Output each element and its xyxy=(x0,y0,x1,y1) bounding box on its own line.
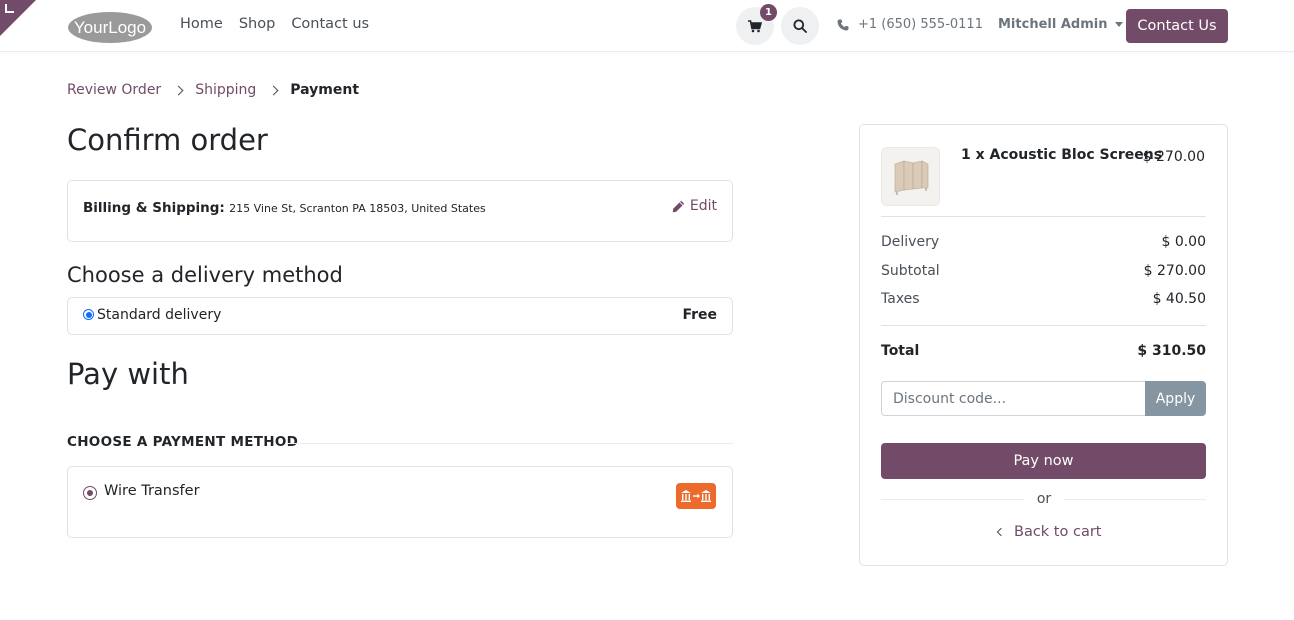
edit-label: Edit xyxy=(689,198,717,214)
subtotal-label: Subtotal xyxy=(881,263,940,279)
payment-option-wire-transfer[interactable]: Wire Transfer xyxy=(67,466,733,538)
site-logo[interactable]: YourLogo xyxy=(67,11,153,44)
chevron-left-icon xyxy=(996,527,1006,537)
address-card: Billing & Shipping: 215 Vine St, Scranto… xyxy=(67,180,733,242)
subtotal-value: $ 270.00 xyxy=(1143,263,1206,279)
search-icon xyxy=(793,19,807,33)
breadcrumb-shipping[interactable]: Shipping xyxy=(195,82,256,98)
delivery-row: Delivery $ 0.00 xyxy=(881,234,1206,250)
total-row: Total $ 310.50 xyxy=(881,343,1206,359)
product-price: $ 270.00 xyxy=(1142,149,1205,165)
site-header: YourLogo Home Shop Contact us 1 +1 (650)… xyxy=(0,0,1294,52)
delivery-value: $ 0.00 xyxy=(1161,234,1206,250)
nav-contact-us[interactable]: Contact us xyxy=(291,16,369,32)
chevron-right-icon xyxy=(173,85,184,95)
product-name[interactable]: 1 x Acoustic Bloc Screens xyxy=(961,147,1162,163)
divider xyxy=(1064,499,1206,500)
address-label: Billing & Shipping: xyxy=(83,200,225,216)
subtotal-row: Subtotal $ 270.00 xyxy=(881,263,1206,279)
divider xyxy=(881,325,1206,326)
billing-shipping-address: Billing & Shipping: 215 Vine St, Scranto… xyxy=(83,200,486,216)
divider xyxy=(287,443,733,444)
user-menu[interactable]: Mitchell Admin xyxy=(998,17,1124,32)
delivery-radio[interactable] xyxy=(83,309,94,320)
contact-us-button[interactable]: Contact Us xyxy=(1126,9,1228,43)
address-value: 215 Vine St, Scranton PA 18503, United S… xyxy=(229,202,486,215)
corner-arrow-icon xyxy=(5,4,14,13)
total-label: Total xyxy=(881,343,920,359)
pencil-icon xyxy=(672,200,685,212)
delivery-price: Free xyxy=(682,307,717,323)
cart-count-badge: 1 xyxy=(760,4,777,21)
main-nav: Home Shop Contact us xyxy=(180,16,369,32)
chevron-right-icon xyxy=(268,85,279,95)
phone-contact[interactable]: +1 (650) 555-0111 xyxy=(837,17,983,32)
taxes-row: Taxes $ 40.50 xyxy=(881,291,1206,307)
discount-group: Apply xyxy=(881,381,1206,416)
order-summary: 1 x Acoustic Bloc Screens $ 270.00 Deliv… xyxy=(859,124,1228,566)
taxes-label: Taxes xyxy=(881,291,920,307)
delivery-method-label: Standard delivery xyxy=(97,307,222,323)
cart-icon xyxy=(748,19,762,32)
breadcrumb-review-order[interactable]: Review Order xyxy=(67,82,161,98)
nav-home[interactable]: Home xyxy=(180,16,223,32)
pay-now-button[interactable]: Pay now xyxy=(881,443,1206,479)
total-value: $ 310.50 xyxy=(1137,343,1206,359)
breadcrumb-payment: Payment xyxy=(290,82,360,98)
product-image xyxy=(881,147,940,206)
divider xyxy=(881,216,1206,217)
or-separator: or xyxy=(1036,491,1052,507)
delivery-label: Delivery xyxy=(881,234,940,250)
delivery-method-title: Choose a delivery method xyxy=(67,263,343,287)
apply-button[interactable]: Apply xyxy=(1145,381,1206,416)
payment-method-label: Wire Transfer xyxy=(104,483,200,499)
phone-icon xyxy=(837,19,849,30)
phone-number: +1 (650) 555-0111 xyxy=(858,17,983,32)
pay-with-title: Pay with xyxy=(67,357,189,391)
payment-radio[interactable] xyxy=(83,486,97,500)
logo-text: YourLogo xyxy=(74,18,146,37)
chevron-down-icon xyxy=(1115,22,1124,27)
divider xyxy=(881,499,1024,500)
search-button[interactable] xyxy=(781,7,819,45)
taxes-value: $ 40.50 xyxy=(1152,291,1206,307)
user-name: Mitchell Admin xyxy=(998,17,1108,32)
checkout-breadcrumb: Review Order Shipping Payment xyxy=(67,82,359,98)
nav-shop[interactable]: Shop xyxy=(239,16,275,32)
bank-transfer-icon xyxy=(676,483,716,509)
page-title: Confirm order xyxy=(67,123,268,157)
edit-address-link[interactable]: Edit xyxy=(672,198,717,214)
payment-method-heading: CHOOSE A PAYMENT METHOD xyxy=(67,434,299,450)
back-to-cart-link[interactable]: Back to cart xyxy=(996,524,1102,540)
delivery-option[interactable]: Standard delivery Free xyxy=(67,297,733,335)
discount-code-input[interactable] xyxy=(881,381,1145,416)
back-to-cart-label: Back to cart xyxy=(1014,524,1102,540)
